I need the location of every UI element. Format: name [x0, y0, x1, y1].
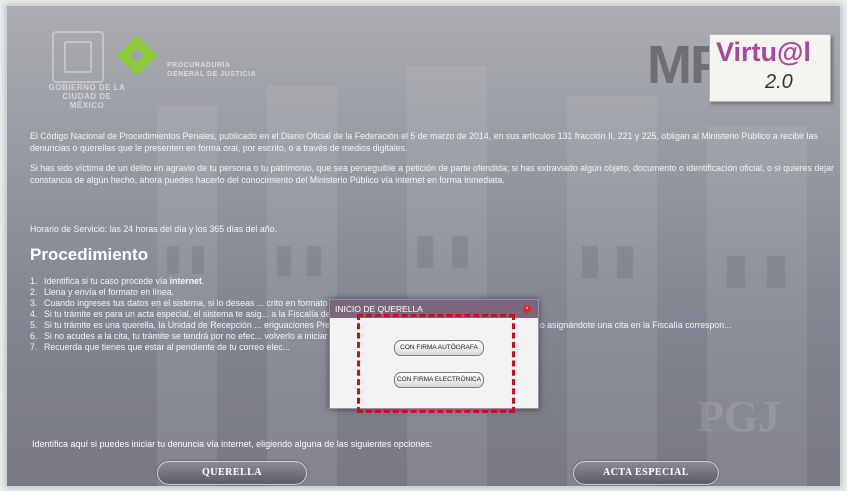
gov-text: GOBIERNO DE LA CIUDAD DE MÉXICO — [48, 83, 126, 110]
list-item: 2. Llena y envía el formato en línea. — [30, 287, 175, 297]
querella-button[interactable]: QUERELLA — [157, 461, 307, 485]
acta-especial-button[interactable]: ACTA ESPECIAL — [573, 461, 719, 485]
seal-icon — [52, 31, 104, 83]
page-frame: PGJ GOBIERNO DE LA CIUDAD DE MÉXICO PROC… — [6, 5, 841, 487]
procedure-title: Procedimiento — [30, 245, 149, 264]
dialog-title: INICIO DE QUERELLA — [335, 304, 423, 314]
mp-virtual-logo: MP Virtu@l 2.0 — [647, 34, 837, 104]
list-item: 1. Identifica si tu caso procede vía inte… — [30, 276, 205, 286]
header: GOBIERNO DE LA CIUDAD DE MÉXICO PROCURAD… — [7, 6, 840, 116]
cdmx-logo-icon — [117, 36, 157, 76]
intro-paragraph-1: El Código Nacional de Procedimientos Pen… — [30, 131, 818, 153]
service-hours: Horario de Servicio: las 24 horas del dí… — [30, 224, 277, 234]
highlight-box — [357, 314, 515, 413]
intro-paragraph-2: Si has sido víctima de un delito en agra… — [30, 163, 834, 185]
pgj-text: PROCURADURÍA GENERAL DE JUSTICIA — [167, 62, 257, 78]
close-icon[interactable]: × — [523, 305, 531, 313]
virtual-badge: Virtu@l 2.0 — [709, 34, 831, 102]
version-text: 2.0 — [765, 71, 793, 93]
choose-option-text: Identifica aquí si puedes iniciar tu den… — [32, 439, 433, 449]
virtual-text: Virtu@l — [716, 37, 811, 67]
